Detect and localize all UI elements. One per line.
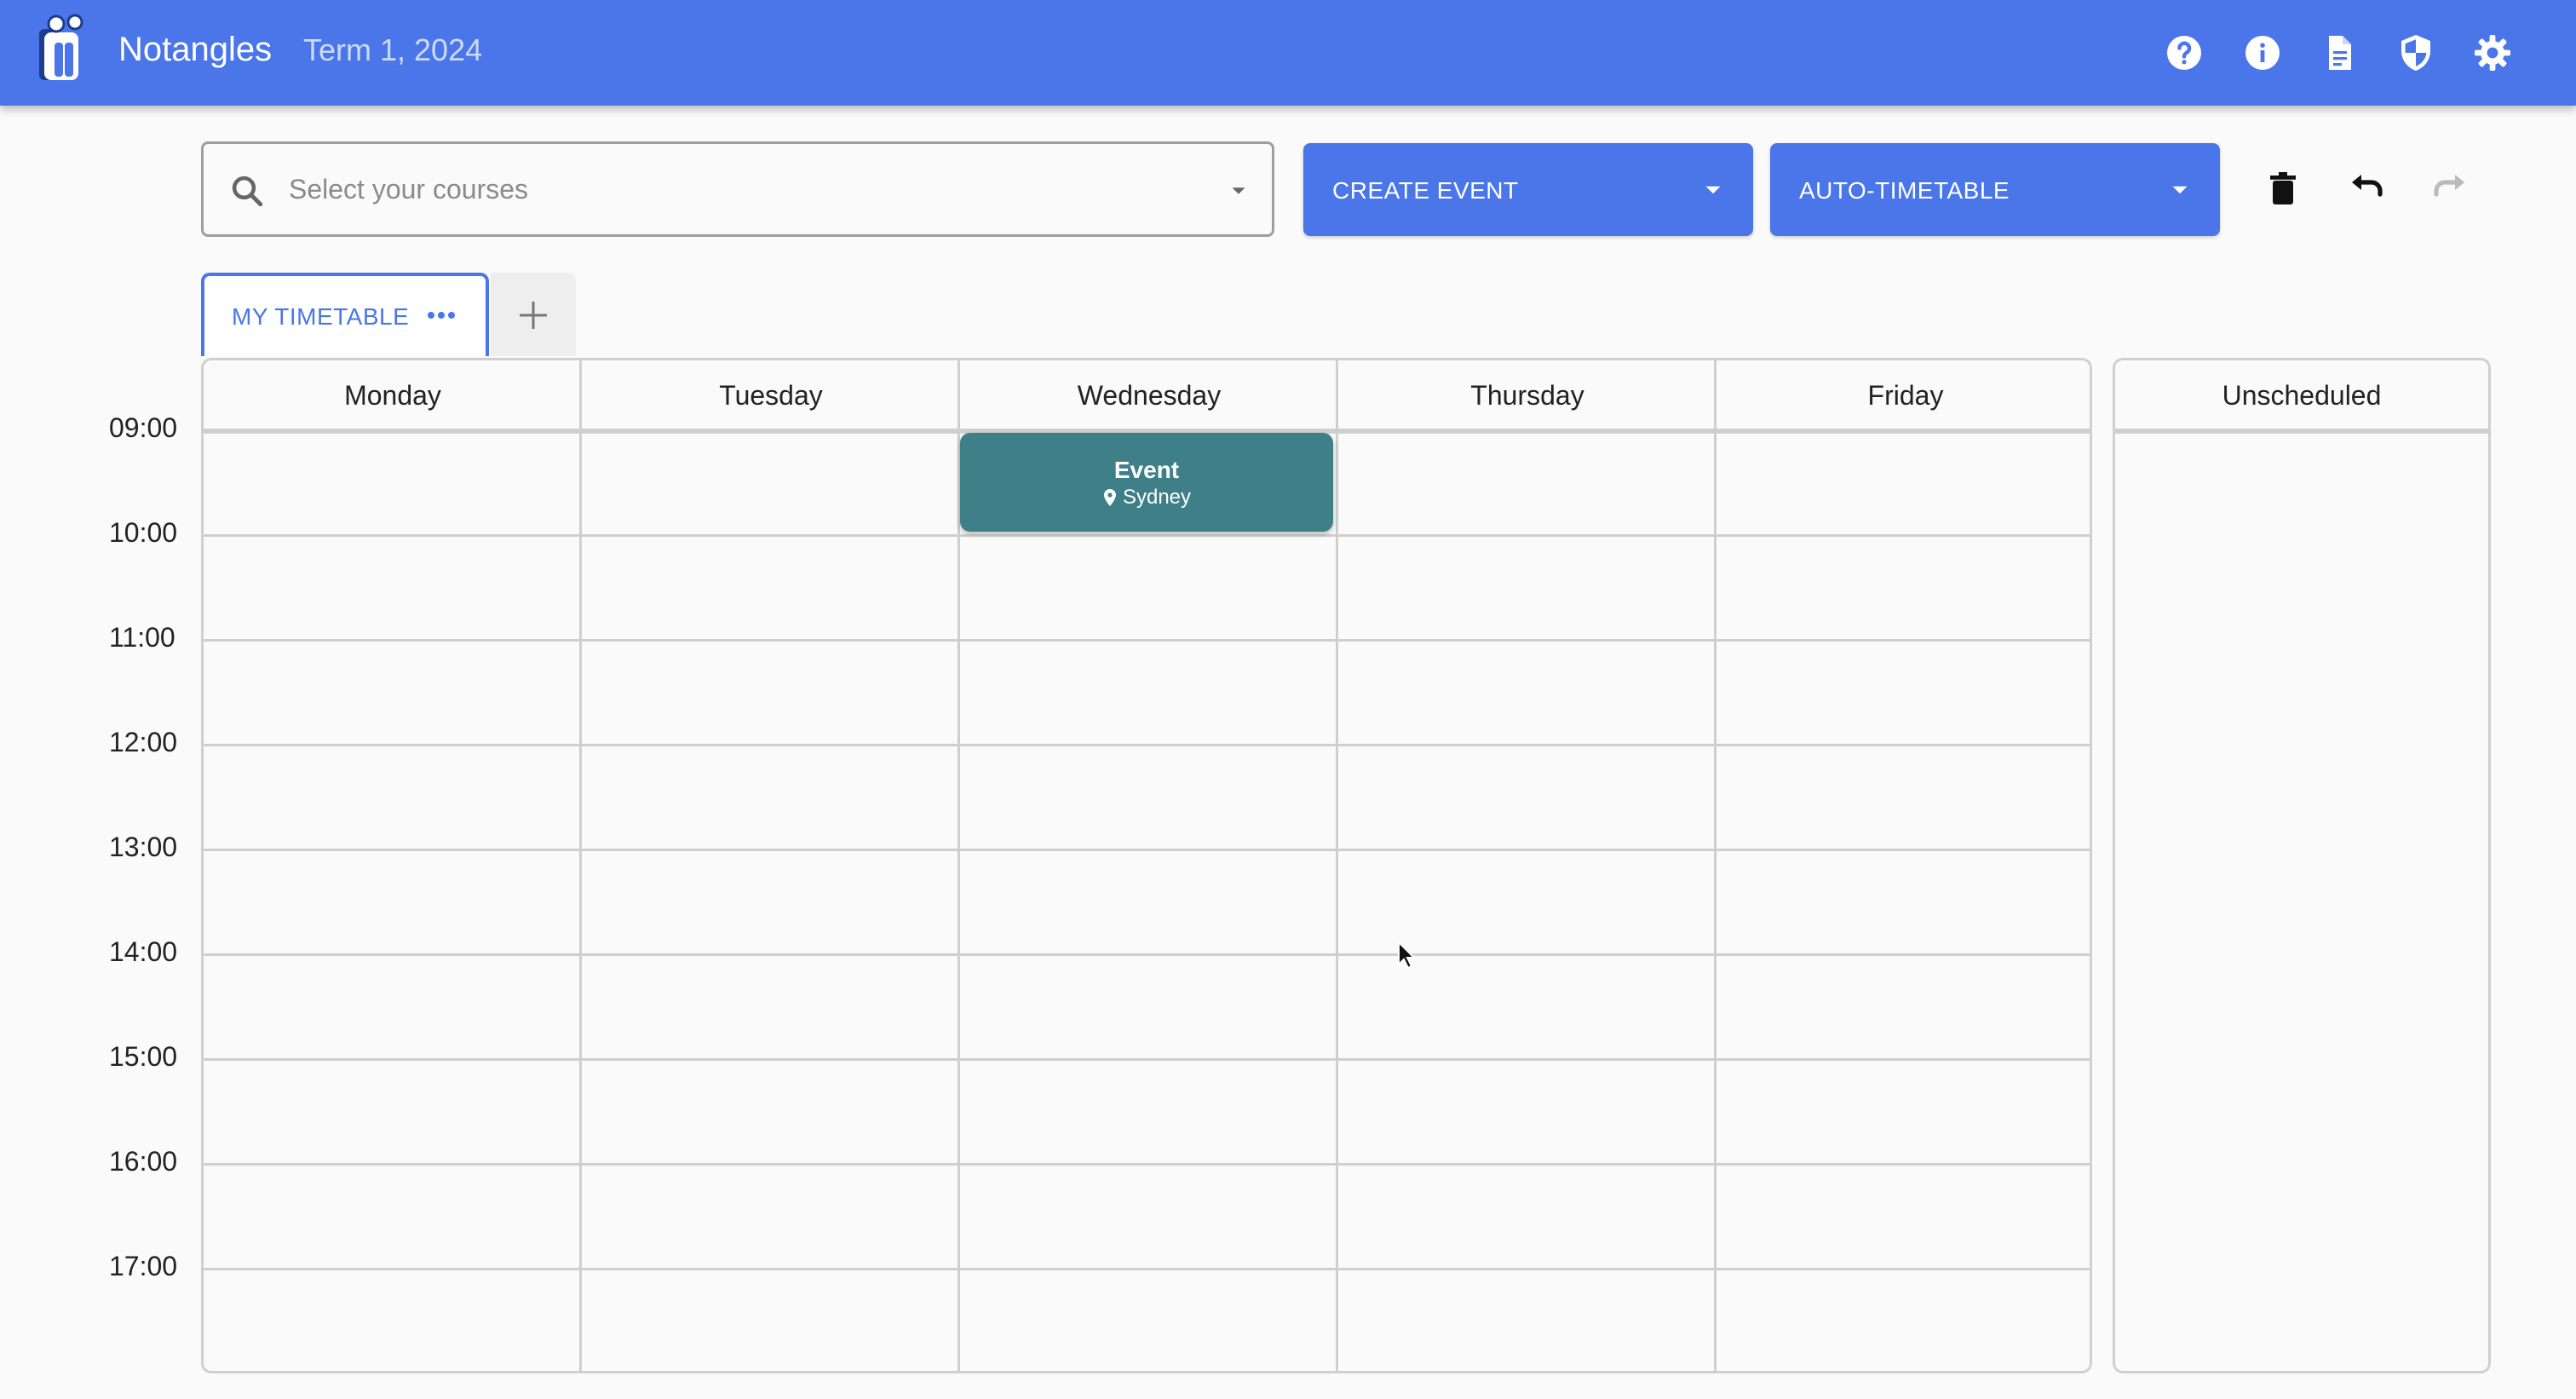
auto-timetable-button[interactable]: AUTO-TIMETABLE — [1770, 143, 2220, 236]
day-header-thursday: Thursday — [1470, 379, 1584, 411]
hour-line — [204, 744, 2090, 746]
day-divider — [579, 360, 582, 1371]
app-title: Notangles — [118, 31, 273, 68]
course-search-input[interactable] — [289, 144, 1141, 234]
info-icon[interactable] — [2242, 32, 2283, 73]
hour-line — [204, 1163, 2090, 1166]
day-header-tuesday: Tuesday — [719, 379, 823, 411]
time-label: 12:00 — [109, 727, 178, 757]
undo-icon[interactable] — [2346, 169, 2387, 210]
course-search-box[interactable] — [201, 141, 1274, 237]
chevron-down-icon[interactable] — [2165, 176, 2194, 204]
help-icon[interactable] — [2164, 32, 2205, 73]
event-location: Sydney — [960, 486, 1333, 510]
event-card[interactable]: Event Sydney — [960, 433, 1333, 532]
delete-trash-icon[interactable] — [2263, 169, 2303, 210]
day-header-wednesday: Wednesday — [1077, 379, 1222, 411]
unscheduled-header: Unscheduled — [2222, 379, 2382, 411]
hour-line — [204, 1268, 2090, 1270]
hour-line — [204, 849, 2090, 851]
location-pin-icon — [1103, 489, 1116, 506]
document-icon[interactable] — [2319, 32, 2360, 73]
term-label: Term 1, 2024 — [303, 32, 483, 67]
hour-line — [204, 639, 2090, 642]
notangles-logo — [39, 14, 83, 80]
time-label: 16:00 — [109, 1146, 178, 1177]
day-divider — [1336, 360, 1338, 1371]
time-label: 17:00 — [109, 1251, 178, 1281]
more-options-icon[interactable] — [424, 305, 458, 325]
app-bar: Notangles Term 1, 2024 — [0, 0, 2576, 106]
redo-icon[interactable] — [2429, 169, 2470, 210]
hour-line — [204, 1058, 2090, 1061]
header-divider — [2115, 429, 2488, 434]
hour-line — [204, 953, 2090, 956]
tab-my-timetable[interactable]: MY TIMETABLE — [201, 273, 489, 356]
chevron-down-icon[interactable] — [1699, 176, 1728, 204]
add-timetable-button[interactable] — [491, 273, 576, 356]
mouse-cursor-icon — [1398, 941, 1416, 970]
day-header-friday: Friday — [1867, 379, 1944, 411]
event-location-text: Sydney — [1122, 486, 1192, 509]
time-label: 15:00 — [109, 1041, 178, 1072]
auto-timetable-label: AUTO-TIMETABLE — [1799, 177, 2010, 204]
chevron-down-icon[interactable] — [1226, 178, 1251, 204]
privacy-shield-icon[interactable] — [2395, 32, 2436, 73]
settings-gear-icon[interactable] — [2472, 32, 2513, 73]
day-divider — [1714, 360, 1716, 1371]
search-icon — [232, 176, 263, 207]
time-label: 10:00 — [109, 517, 178, 548]
time-label: 13:00 — [109, 832, 178, 862]
day-header-monday: Monday — [344, 379, 441, 411]
time-label: 14:00 — [109, 936, 178, 967]
event-title: Event — [1113, 457, 1180, 483]
unscheduled-column: Unscheduled — [2113, 358, 2491, 1373]
hour-line — [204, 534, 2090, 537]
plus-icon — [520, 302, 547, 329]
tab-label: MY TIMETABLE — [232, 303, 410, 330]
create-event-button[interactable]: CREATE EVENT — [1303, 143, 1753, 236]
time-label: 11:00 — [109, 622, 175, 653]
time-label: 09:00 — [109, 412, 178, 443]
create-event-label: CREATE EVENT — [1332, 177, 1519, 204]
